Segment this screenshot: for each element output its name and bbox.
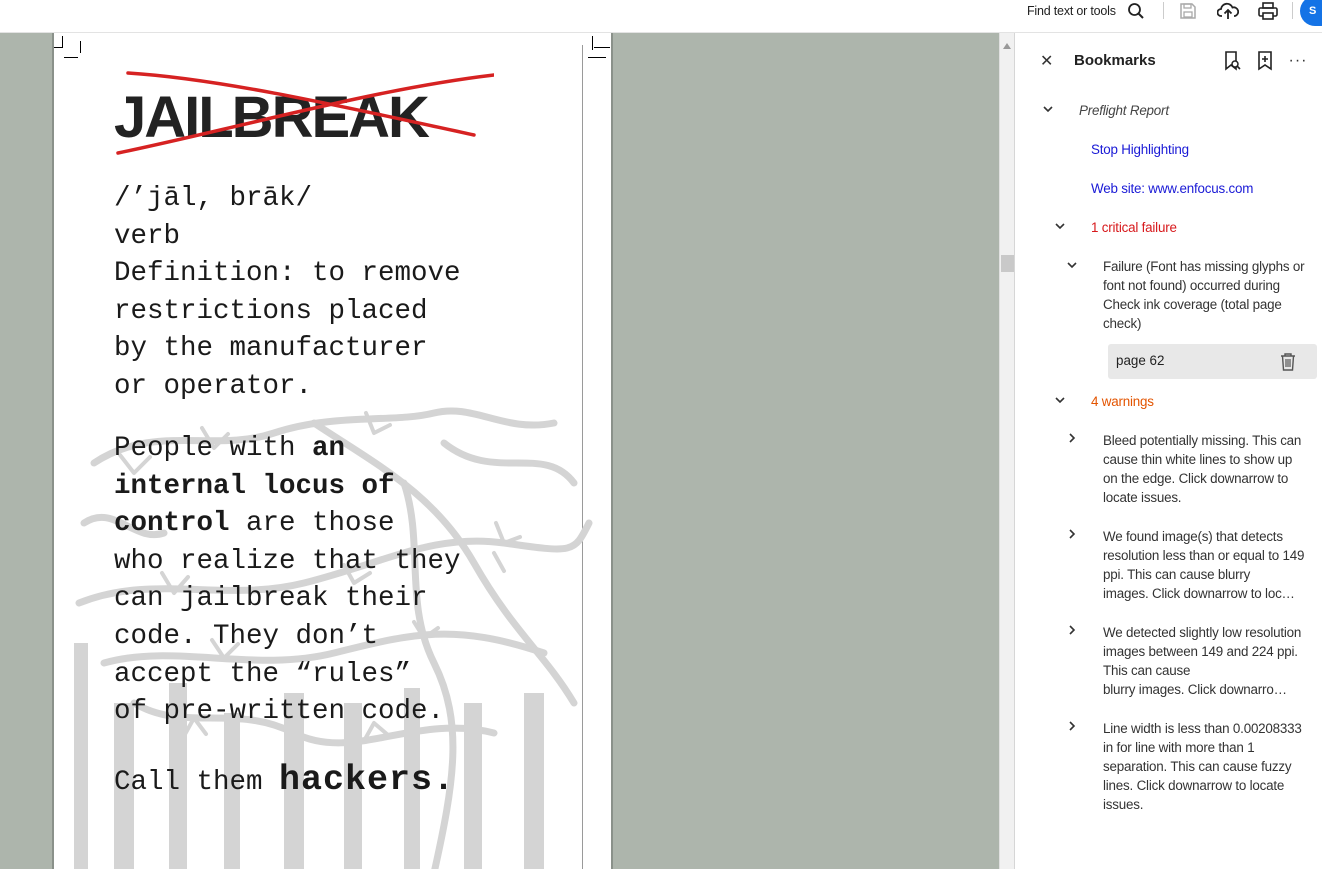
crop-mark <box>64 57 78 58</box>
definition-line: Definition: to remove <box>114 258 461 290</box>
panel-title: Bookmarks <box>1074 52 1156 69</box>
definition-line: by the manufacturer <box>114 333 428 365</box>
warning-text-truncated: blurry images. Click downarro… <box>1103 682 1287 697</box>
para-text: are those <box>229 508 395 540</box>
para-text: code. They don’t <box>114 620 379 652</box>
locus-paragraph: People with an internal locus of control… <box>114 430 461 731</box>
bookmark-warning-item[interactable]: Line width is less than 0.00208333 in fo… <box>1103 719 1308 814</box>
warning-text: We detected slightly low resolution imag… <box>1103 625 1302 678</box>
cloud-upload-icon[interactable] <box>1217 0 1239 21</box>
more-options-icon[interactable]: ··· <box>1288 51 1308 71</box>
sign-in-button[interactable]: S <box>1300 0 1322 26</box>
part-of-speech: verb <box>114 220 181 252</box>
closing-line: Call them hackers. <box>114 760 456 802</box>
bookmark-preflight-report[interactable]: Preflight Report <box>1079 101 1169 120</box>
pdf-page: JAILBREAK /’jāl, brāk/ verb Definition: … <box>52 33 613 869</box>
bookmark-failure-item[interactable]: Failure (Font has missing glyphs or font… <box>1103 257 1308 333</box>
pronunciation: /’jāl, brāk/ <box>114 183 313 214</box>
scroll-up-arrow-icon[interactable] <box>1003 43 1011 49</box>
crop-mark <box>54 47 63 48</box>
scroll-thumb[interactable] <box>1001 255 1014 272</box>
document-viewport[interactable]: JAILBREAK /’jāl, brāk/ verb Definition: … <box>0 33 999 869</box>
warning-text-truncated: images. Click downarrow to loc… <box>1103 586 1295 601</box>
strikethrough-scribble <box>116 71 494 155</box>
para-text: who realize that they <box>114 545 461 577</box>
bookmark-website[interactable]: Web site: www.enfocus.com <box>1091 179 1253 198</box>
para-text: of pre-written code. <box>114 696 445 728</box>
toolbar-divider <box>1163 2 1164 19</box>
chevron-down-icon[interactable] <box>1067 260 1077 270</box>
chevron-down-icon[interactable] <box>1043 104 1053 114</box>
warning-text: We found image(s) that detects resolutio… <box>1103 529 1305 582</box>
definition-line: or operator. <box>114 370 313 402</box>
search-icon[interactable] <box>1125 0 1147 21</box>
para-text: accept the “rules” <box>114 658 412 690</box>
vertical-scrollbar[interactable] <box>999 33 1015 869</box>
crop-mark <box>588 57 606 58</box>
bookmarks-panel: ✕ Bookmarks ··· Preflight Report Stop Hi… <box>1015 33 1322 869</box>
closing-bold: hackers. <box>279 760 456 800</box>
para-bold: an <box>312 433 346 464</box>
chevron-right-icon[interactable] <box>1067 529 1077 539</box>
chevron-down-icon[interactable] <box>1055 221 1065 231</box>
add-bookmark-icon[interactable] <box>1255 51 1275 71</box>
chevron-right-icon[interactable] <box>1067 625 1077 635</box>
bookmark-warning-item[interactable]: We found image(s) that detects resolutio… <box>1103 527 1308 603</box>
crop-mark <box>592 36 593 50</box>
crop-mark <box>80 41 81 53</box>
trash-icon[interactable] <box>1279 352 1297 376</box>
save-icon[interactable] <box>1177 0 1199 21</box>
chevron-down-icon[interactable] <box>1055 395 1065 405</box>
toolbar-divider <box>1292 2 1293 19</box>
page-label: page 62 <box>1116 353 1165 368</box>
para-text: can jailbreak their <box>114 583 428 615</box>
definition-block: /’jāl, brāk/ verb Definition: to remove … <box>114 180 461 406</box>
bookmark-page-item[interactable]: page 62 <box>1108 344 1317 379</box>
top-toolbar: Find text or tools S <box>0 0 1322 33</box>
bookmark-stop-highlighting[interactable]: Stop Highlighting <box>1091 140 1189 159</box>
bookmark-search-icon[interactable] <box>1222 51 1242 71</box>
close-icon[interactable]: ✕ <box>1040 51 1053 71</box>
bookmark-warning-item[interactable]: Bleed potentially missing. This can caus… <box>1103 431 1308 507</box>
print-icon[interactable] <box>1257 0 1279 21</box>
para-bold: control <box>114 508 230 540</box>
bookmark-warnings[interactable]: 4 warnings <box>1091 392 1154 411</box>
para-bold: internal locus of <box>114 470 395 502</box>
bookmark-critical-failure[interactable]: 1 critical failure <box>1091 218 1177 237</box>
definition-line: restrictions placed <box>114 295 428 327</box>
crop-mark <box>594 47 610 48</box>
bookmark-warning-item[interactable]: We detected slightly low resolution imag… <box>1103 623 1308 699</box>
chevron-right-icon[interactable] <box>1067 721 1077 731</box>
closing-text: Call them <box>114 767 280 798</box>
chevron-right-icon[interactable] <box>1067 433 1077 443</box>
find-text-label[interactable]: Find text or tools <box>1027 4 1116 18</box>
para-text: People with <box>114 433 313 464</box>
